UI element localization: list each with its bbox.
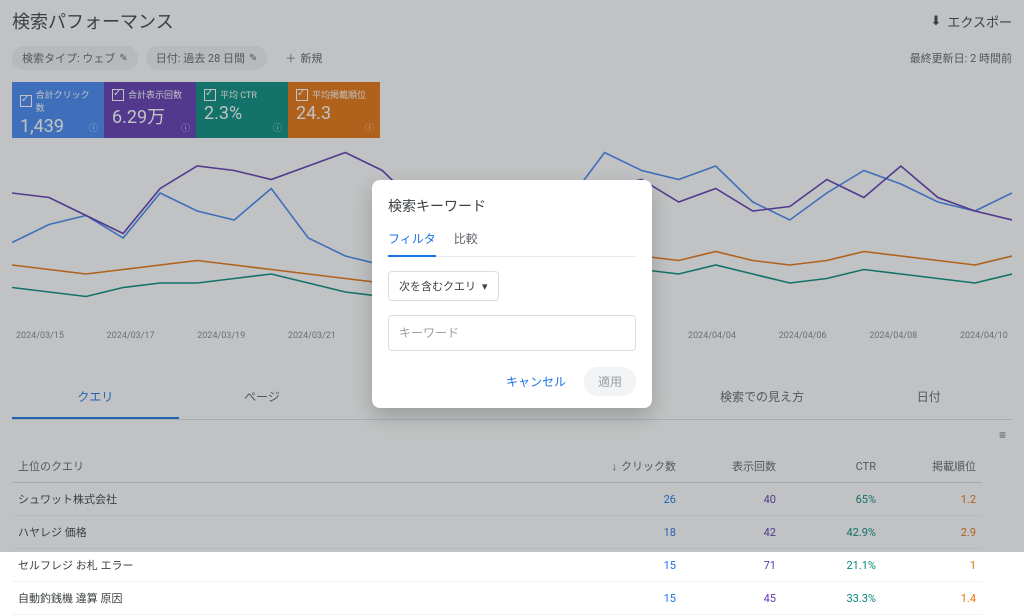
apply-button[interactable]: 適用	[584, 367, 636, 396]
chevron-down-icon: ▾	[482, 280, 488, 293]
keyword-input[interactable]	[388, 315, 636, 351]
table-row[interactable]: 自動釣銭機 違算 原因154533.3%1.4	[12, 582, 982, 615]
dialog-title: 検索キーワード	[388, 196, 636, 216]
modal-overlay[interactable]: 検索キーワード フィルタ 比較 次を含むクエリ ▾ キャンセル 適用	[0, 0, 1024, 552]
dialog-tab-compare[interactable]: 比較	[454, 230, 478, 256]
table-row[interactable]: セルフレジ お札 エラー157121.1%1	[12, 549, 982, 582]
keyword-filter-dialog: 検索キーワード フィルタ 比較 次を含むクエリ ▾ キャンセル 適用	[372, 180, 652, 408]
cancel-button[interactable]: キャンセル	[498, 367, 574, 396]
match-type-select[interactable]: 次を含むクエリ ▾	[388, 271, 499, 301]
dialog-tab-filter[interactable]: フィルタ	[388, 230, 436, 257]
